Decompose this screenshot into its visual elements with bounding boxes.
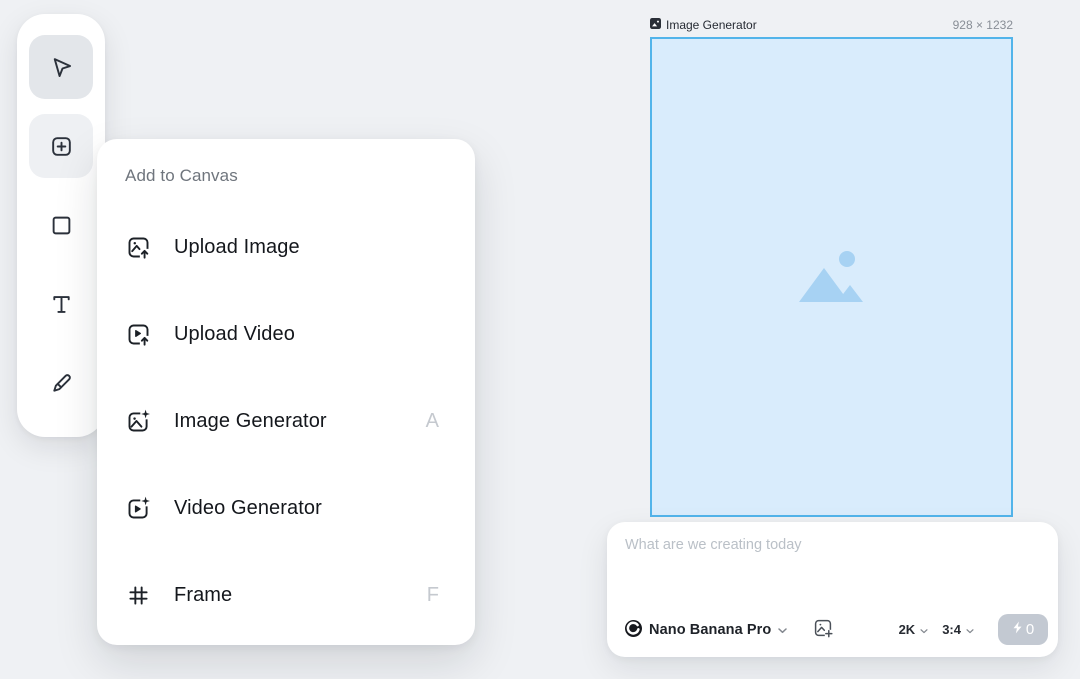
aspect-ratio-value: 3:4 (942, 622, 961, 637)
text-icon (48, 291, 75, 318)
prompt-controls: Nano Banana Pro 2K (625, 614, 1048, 645)
menu-list: Upload Image Upload Video (125, 223, 447, 619)
resolution-value: 2K (899, 622, 916, 637)
bolt-icon (1012, 621, 1023, 638)
credit-count: 0 (1026, 621, 1034, 638)
tool-add-to-canvas[interactable] (29, 114, 93, 178)
menu-item-frame[interactable]: Frame F (125, 571, 447, 619)
video-generator-icon (125, 495, 152, 522)
menu-item-label: Video Generator (174, 497, 322, 520)
image-generator-icon (125, 408, 152, 435)
cursor-icon (48, 54, 75, 81)
menu-item-shortcut: F (427, 584, 447, 607)
prompt-input[interactable] (625, 537, 1040, 595)
model-name: Nano Banana Pro (649, 622, 771, 638)
toolbar (17, 14, 105, 437)
prompt-bar: Nano Banana Pro 2K (607, 522, 1058, 657)
chevron-down-icon (920, 622, 928, 637)
menu-item-video-generator[interactable]: Video Generator (125, 484, 447, 532)
menu-item-upload-image[interactable]: Upload Image (125, 223, 447, 271)
frame-icon (125, 582, 152, 609)
add-image-button[interactable] (811, 616, 835, 643)
image-placeholder-icon (793, 244, 871, 311)
plus-square-icon (48, 133, 75, 160)
generate-button[interactable]: 0 (998, 614, 1048, 645)
tool-draw[interactable] (29, 352, 93, 416)
chevron-down-icon (778, 622, 787, 637)
menu-item-upload-video[interactable]: Upload Video (125, 310, 447, 358)
frame-dimensions: 928 × 1232 (953, 18, 1013, 32)
aspect-ratio-selector[interactable]: 3:4 (942, 620, 974, 639)
rectangle-icon (48, 212, 75, 239)
frame-type-icon (650, 16, 661, 34)
chevron-down-icon (966, 622, 974, 637)
upload-video-icon (125, 321, 152, 348)
menu-item-label: Frame (174, 584, 232, 607)
add-image-icon (813, 618, 833, 641)
menu-item-shortcut: A (426, 410, 447, 433)
menu-item-label: Image Generator (174, 410, 327, 433)
menu-item-label: Upload Image (174, 236, 300, 259)
pencil-icon (48, 370, 75, 397)
upload-image-icon (125, 234, 152, 261)
menu-item-image-generator[interactable]: Image Generator A (125, 397, 447, 445)
add-to-canvas-menu: Add to Canvas Upload Image (97, 139, 475, 645)
image-generator-frame[interactable] (650, 37, 1013, 517)
model-logo-icon (625, 620, 642, 640)
frame-header[interactable]: Image Generator 928 × 1232 (650, 16, 1013, 34)
tool-text[interactable] (29, 273, 93, 337)
model-selector[interactable]: Nano Banana Pro (625, 618, 787, 642)
frame-title[interactable]: Image Generator (666, 18, 757, 32)
resolution-selector[interactable]: 2K (899, 620, 929, 639)
menu-title: Add to Canvas (125, 166, 447, 186)
menu-item-label: Upload Video (174, 323, 295, 346)
tool-shape[interactable] (29, 193, 93, 257)
tool-select[interactable] (29, 35, 93, 99)
